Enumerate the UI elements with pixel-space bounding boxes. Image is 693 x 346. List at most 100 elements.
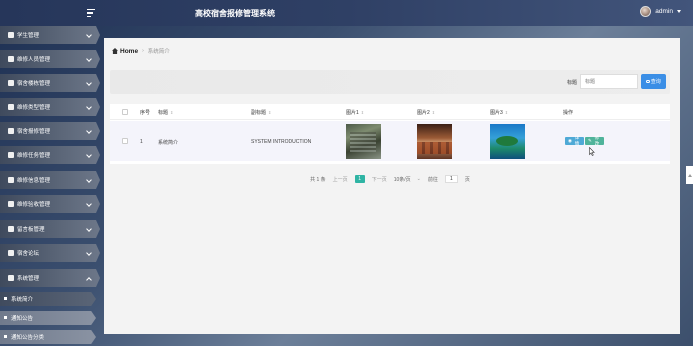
sidebar-item-repairman[interactable]: 维修人员管理 [0,50,100,68]
breadcrumb-separator: › [142,48,144,54]
sidebar-item-repair-task[interactable]: 维修任务管理 [0,146,100,164]
pagination-total: 共 1 条 [310,176,326,183]
search-icon [646,79,650,84]
column-header-image3[interactable]: 图片3 ⇕ [490,109,508,116]
grid-icon [8,56,14,62]
search-button[interactable]: 查询 [641,74,666,89]
sidebar-item-label: 维修验收管理 [17,202,51,208]
pagination: 共 1 条 上一页 1 下一页 10条/页 ⌄ 前往 1 页 [110,173,670,185]
sidebar-item-label: 留言板管理 [17,227,45,233]
sidebar-item-message-board[interactable]: 留言板管理 [0,220,100,238]
sidebar-item-label: 宿舍楼栋管理 [17,81,51,87]
sidebar-subitem-notice[interactable]: 通知公告 [0,311,96,325]
username[interactable]: admin [655,8,673,15]
column-header-label: 副标题 [251,110,267,116]
grid-icon [8,80,14,86]
breadcrumb-current: 系统简介 [147,49,170,55]
cell-image3-thumbnail[interactable] [490,124,525,159]
edit-button-label: 修改 [594,135,600,146]
page-size-value: 10条/页 [393,176,411,183]
chevron-up-icon [86,276,92,283]
sidebar-item-dorm-repair[interactable]: 宿舍报修管理 [0,122,100,140]
sort-icon[interactable]: ⇕ [268,110,271,115]
sidebar-item-label: 维修类型管理 [17,105,51,111]
bullet-icon [4,297,7,300]
chevron-down-icon [86,80,92,86]
sidebar-item-building[interactable]: 宿舍楼栋管理 [0,74,100,92]
breadcrumb: Home › 系统简介 [112,47,170,55]
chevron-down-icon[interactable] [677,10,681,13]
page-number-current[interactable]: 1 [354,175,365,183]
cell-image1-thumbnail[interactable] [346,124,381,159]
column-header-subtitle[interactable]: 副标题 ⇕ [251,109,271,116]
chevron-down-icon [86,177,92,183]
sidebar: 学生管理 维修人员管理 宿舍楼栋管理 维修类型管理 宿舍报修管理 维修任务管理 … [0,26,104,346]
avatar[interactable] [640,6,652,17]
search-label: 标题 [567,80,578,86]
sidebar-subitem-label: 通知公告分类 [11,335,45,341]
bullet-icon [4,316,7,319]
goto-page-input[interactable]: 1 [444,175,458,183]
chevron-down-icon [86,226,92,232]
grid-icon [8,104,14,110]
sidebar-item-label: 宿舍论坛 [17,251,40,257]
settings-icon [8,275,14,281]
prev-page-button[interactable]: 上一页 [333,176,348,183]
site-title: 高校宿舍报修管理系统 [195,9,275,18]
breadcrumb-home[interactable]: Home [120,48,138,55]
detail-button-label: 详情 [574,135,580,146]
user-menu[interactable]: admin [640,6,681,17]
monitor-icon [8,152,14,158]
scroll-top-button[interactable] [686,166,693,184]
next-page-button[interactable]: 下一页 [372,176,387,183]
briefcase-icon [8,250,14,256]
grid-icon [8,177,14,183]
edit-button[interactable]: ✎ 修改 [585,135,604,146]
sidebar-item-label: 系统管理 [17,276,40,282]
goto-suffix: 页 [464,176,470,183]
sort-icon[interactable]: ⇕ [361,110,364,115]
cell-image2-thumbnail[interactable] [417,124,452,159]
search-button-label: 查询 [650,79,661,85]
sidebar-item-label: 维修人员管理 [17,57,51,63]
sidebar-subitem-label: 系统简介 [11,297,34,303]
sidebar-item-acceptance[interactable]: 维修验收管理 [0,195,100,213]
search-panel: 标题 查询 [110,70,670,94]
chevron-down-icon [86,104,92,110]
column-header-image2[interactable]: 图片2 ⇕ [417,109,435,116]
chevron-down-icon [86,250,92,256]
bullet-icon [4,335,7,338]
sidebar-item-label: 宿舍报修管理 [17,129,51,135]
sort-icon[interactable]: ⇕ [505,110,508,115]
cell-subtitle: SYSTEM INTRODUCTION [251,139,312,145]
goto-label: 前往 [427,176,438,183]
row-checkbox[interactable] [122,138,128,144]
column-header-actions: 操作 [563,110,574,116]
sort-icon[interactable]: ⇕ [170,110,173,115]
sidebar-subitem-label: 通知公告 [11,316,34,322]
column-header-label: 图片2 [417,110,430,116]
sidebar-item-repair-info[interactable]: 维修信息管理 [0,171,100,189]
detail-button[interactable]: ◉ 详情 [565,135,584,146]
chevron-down-icon: ⌄ [416,176,421,182]
sidebar-item-system[interactable]: 系统管理 [0,269,100,287]
search-input[interactable] [580,74,638,89]
select-all-checkbox[interactable] [122,109,128,115]
sidebar-subitem-notice-category[interactable]: 通知公告分类 [0,330,96,344]
sidebar-subitem-intro[interactable]: 系统简介 [0,292,96,306]
sort-icon[interactable]: ⇕ [432,110,435,115]
chevron-down-icon [86,128,92,134]
column-header-index: 序号 [140,110,151,116]
sidebar-item-forum[interactable]: 宿舍论坛 [0,244,100,262]
sidebar-item-repair-type[interactable]: 维修类型管理 [0,98,100,116]
home-icon[interactable] [112,48,118,54]
sidebar-item-label: 维修任务管理 [17,153,51,159]
column-header-image1[interactable]: 图片1 ⇕ [346,109,364,116]
shield-icon [8,32,14,38]
data-table: 序号 标题 ⇕ 副标题 ⇕ 图片1 ⇕ 图片2 ⇕ 图片3 ⇕ 操作 1 系统简介 SYS… [110,104,670,164]
page-size-select[interactable]: 10条/页 ⌄ [394,176,421,183]
cell-index: 1 [140,139,143,145]
grid-icon [8,128,14,134]
sidebar-item-student[interactable]: 学生管理 [0,26,100,44]
column-header-title[interactable]: 标题 ⇕ [158,109,173,116]
